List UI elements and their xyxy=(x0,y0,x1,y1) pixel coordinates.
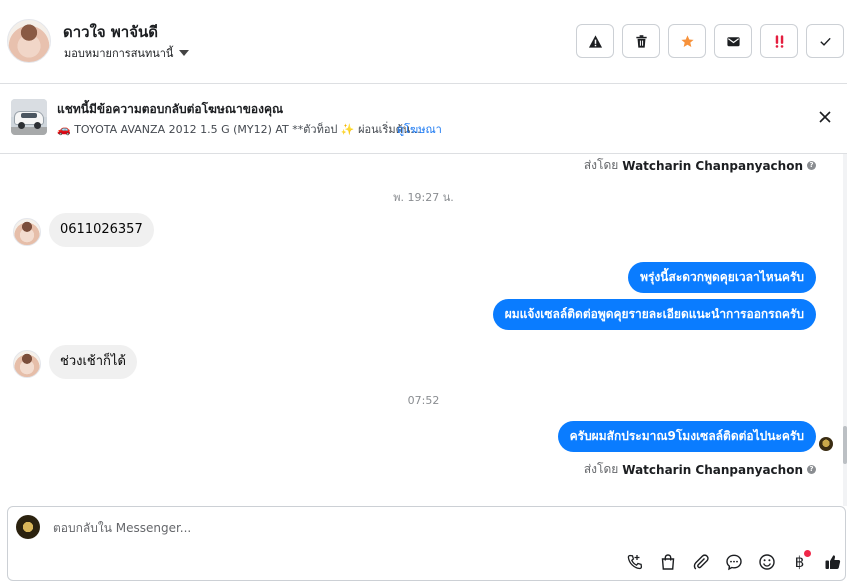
attach-button[interactable] xyxy=(689,550,712,573)
shopping-bag-icon xyxy=(661,553,674,570)
star-button[interactable] xyxy=(668,24,706,58)
spam-icon xyxy=(775,34,783,48)
saved-reply-button[interactable] xyxy=(722,550,745,573)
reply-input[interactable] xyxy=(53,519,753,537)
scrollbar-thumb[interactable] xyxy=(843,426,847,464)
call-button[interactable] xyxy=(623,550,646,573)
contact-name[interactable]: ดาวใจ พาจันดี xyxy=(63,20,158,44)
payment-button[interactable]: ฿ xyxy=(788,550,811,573)
delete-button[interactable] xyxy=(622,24,660,58)
view-ad-link[interactable]: ดูโฆษณา xyxy=(397,120,442,138)
mark-done-button[interactable] xyxy=(806,24,844,58)
call-icon xyxy=(627,554,642,569)
assign-conversation-dropdown[interactable]: มอบหมายการสนทนานี้ xyxy=(64,44,190,62)
sent-by-prefix: ส่งโดย xyxy=(583,158,619,172)
report-button[interactable] xyxy=(576,24,614,58)
close-icon[interactable] xyxy=(815,107,835,127)
trash-icon xyxy=(635,34,647,48)
page-logo xyxy=(16,515,40,539)
header-actions xyxy=(576,24,844,58)
ad-reply-banner: แชทนี้มีข้อความตอบกลับต่อโฆษณาของคุณ 🚗 T… xyxy=(0,84,847,154)
attachment-icon xyxy=(693,553,709,570)
contact-avatar[interactable] xyxy=(7,19,51,63)
emoji-button[interactable] xyxy=(755,550,778,573)
spam-button[interactable] xyxy=(760,24,798,58)
sender-name: Watcharin Chanpanyachon xyxy=(622,462,803,477)
ad-banner-title: แชทนี้มีข้อความตอบกลับต่อโฆษณาของคุณ xyxy=(57,102,284,116)
ad-thumbnail[interactable] xyxy=(11,99,47,135)
mark-unread-button[interactable] xyxy=(714,24,752,58)
ad-description: 🚗 TOYOTA AVANZA 2012 1.5 G (MY12) AT **ต… xyxy=(57,123,421,136)
warning-icon xyxy=(588,34,602,48)
conversation-header: ดาวใจ พาจันดี มอบหมายการสนทนานี้ xyxy=(0,0,847,84)
contact-avatar-small xyxy=(13,218,41,246)
info-icon[interactable]: ? xyxy=(807,465,816,474)
timestamp: 07:52 xyxy=(407,394,440,407)
baht-icon: ฿ xyxy=(794,552,805,571)
sent-by-prefix: ส่งโดย xyxy=(583,462,619,476)
incoming-message[interactable]: 0611026357 xyxy=(49,213,154,247)
sender-name: Watcharin Chanpanyachon xyxy=(622,158,803,173)
outgoing-message[interactable]: ผมแจ้งเซลล์ติดต่อพูดคุยรายละเอียดแนะนำกา… xyxy=(492,299,816,330)
shop-button[interactable] xyxy=(656,550,679,573)
like-icon xyxy=(825,554,840,569)
outgoing-message[interactable]: ครับผมสักประมาณ9โมงเซลล์ติดต่อไปนะครับ xyxy=(557,421,816,452)
sent-by-line: ส่งโดย Watcharin Chanpanyachon ? xyxy=(584,156,816,175)
sent-by-line: ส่งโดย Watcharin Chanpanyachon ? xyxy=(584,460,816,479)
star-icon xyxy=(680,34,694,47)
message-composer: ฿ xyxy=(7,506,846,581)
emoji-icon xyxy=(758,553,775,570)
caret-down-icon xyxy=(179,50,190,56)
composer-toolbar: ฿ xyxy=(623,550,844,573)
check-icon xyxy=(819,37,831,46)
contact-avatar-small xyxy=(13,350,41,378)
notification-dot xyxy=(804,550,811,557)
seen-avatar xyxy=(819,437,833,451)
incoming-message[interactable]: ช่วงเช้าก็ได้ xyxy=(49,345,137,379)
message-thread[interactable]: ส่งโดย Watcharin Chanpanyachon ? พ. 19:2… xyxy=(0,154,847,506)
chat-bubble-icon xyxy=(725,554,742,570)
outgoing-message[interactable]: พรุ่งนี้สะดวกพูดคุยเวลาไหนครับ xyxy=(628,262,816,293)
assign-label: มอบหมายการสนทนานี้ xyxy=(64,47,174,60)
info-icon[interactable]: ? xyxy=(807,161,816,170)
mail-icon xyxy=(726,36,740,46)
timestamp: พ. 19:27 น. xyxy=(393,191,454,204)
like-button[interactable] xyxy=(821,550,844,573)
